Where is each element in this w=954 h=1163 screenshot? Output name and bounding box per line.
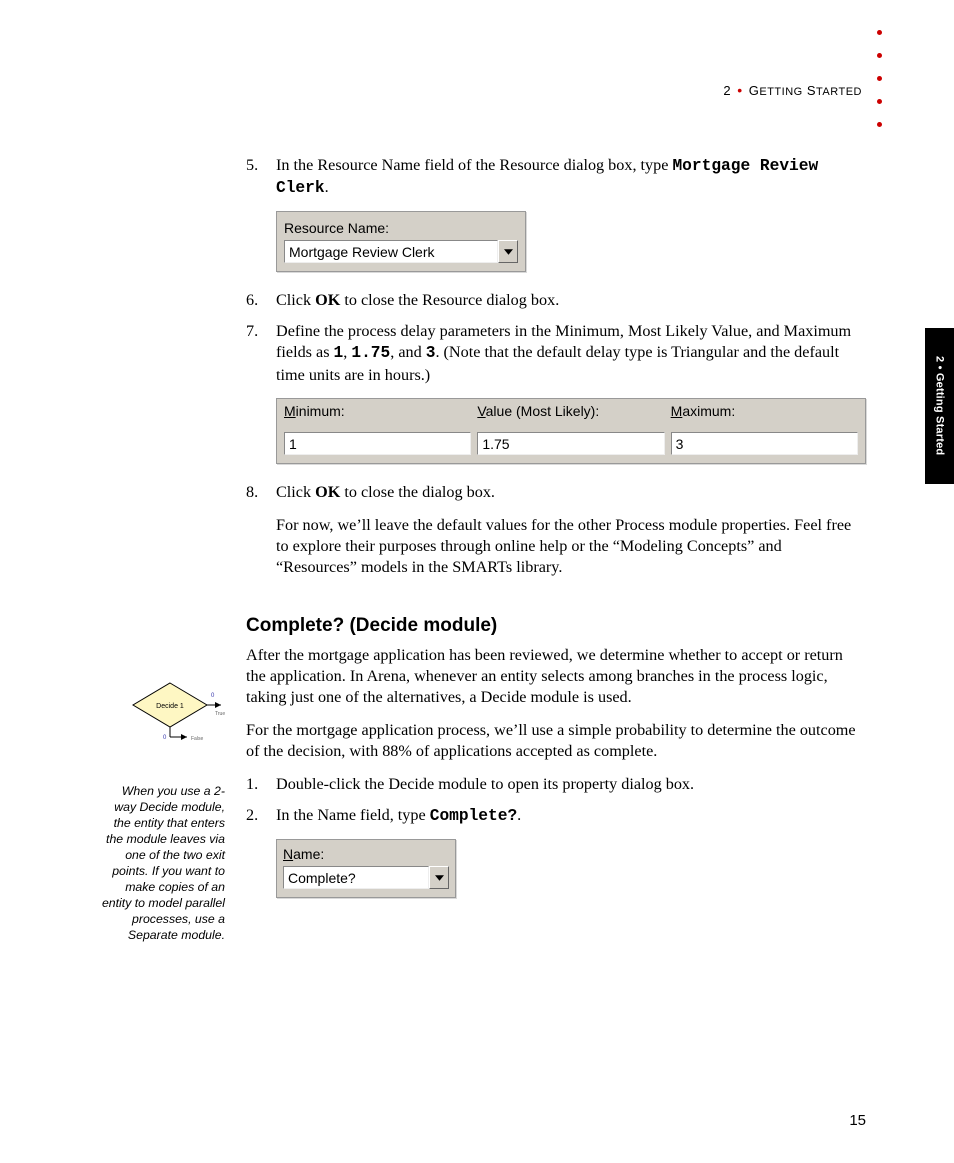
step-number: 6. bbox=[246, 290, 276, 311]
header-title-rest2: TARTED bbox=[816, 86, 862, 98]
step-number: 2. bbox=[246, 805, 276, 827]
step-number: 1. bbox=[246, 774, 276, 795]
minimum-value[interactable]: 1 bbox=[284, 432, 471, 455]
minimum-input[interactable]: 1 bbox=[284, 432, 471, 455]
step-5: 5. In the Resource Name field of the Res… bbox=[246, 155, 856, 199]
minimum-label: Minimum: bbox=[284, 402, 471, 420]
step-text: In the Name field, type bbox=[276, 806, 430, 824]
svg-text:0: 0 bbox=[163, 735, 167, 741]
page-header: 2 • GETTING STARTED bbox=[723, 82, 862, 98]
resource-name-label: Resource Name: bbox=[284, 219, 518, 237]
value-input[interactable]: 1.75 bbox=[477, 432, 664, 455]
page-number: 15 bbox=[849, 1112, 866, 1129]
name-field-panel: Name: Complete? bbox=[276, 839, 456, 898]
code-text: 3 bbox=[426, 344, 436, 362]
sidebar-note: When you use a 2-way Decide module, the … bbox=[100, 784, 225, 944]
resource-name-panel: Resource Name: Mortgage Review Clerk bbox=[276, 211, 526, 272]
code-text: 1.75 bbox=[351, 344, 390, 362]
svg-text:False: False bbox=[191, 736, 203, 742]
chapter-side-tab: 2 • Getting Started bbox=[925, 328, 954, 484]
header-title-rest: ETTING bbox=[759, 86, 802, 98]
bold-text: OK bbox=[315, 291, 340, 309]
step-text: Double-click the Decide module to open i… bbox=[276, 774, 856, 795]
step-7: 7. Define the process delay parameters i… bbox=[246, 321, 856, 385]
maximum-value[interactable]: 3 bbox=[671, 432, 858, 455]
step-number: 5. bbox=[246, 155, 276, 199]
side-tab-text: 2 • Getting Started bbox=[934, 356, 946, 455]
section-paragraph-2: For the mortgage application process, we… bbox=[246, 720, 856, 762]
step-8: 8. Click OK to close the dialog box. For… bbox=[246, 482, 856, 590]
maximum-input[interactable]: 3 bbox=[671, 432, 858, 455]
header-title-initial: G bbox=[749, 83, 760, 98]
step-6: 6. Click OK to close the Resource dialog… bbox=[246, 290, 856, 311]
code-text: 1 bbox=[334, 344, 344, 362]
name-label: Name: bbox=[283, 845, 449, 863]
svg-text:True: True bbox=[215, 711, 225, 717]
name-value[interactable]: Complete? bbox=[283, 866, 429, 889]
value-label: Value (Most Likely): bbox=[477, 402, 664, 420]
decorative-dots bbox=[877, 30, 882, 127]
name-combo[interactable]: Complete? bbox=[283, 866, 449, 889]
section-heading: Complete? (Decide module) bbox=[246, 614, 856, 639]
bullet-icon: • bbox=[735, 82, 744, 98]
resource-name-value[interactable]: Mortgage Review Clerk bbox=[284, 240, 498, 263]
code-text: Complete? bbox=[430, 807, 517, 825]
step-text-end: to close the Resource dialog box. bbox=[340, 291, 559, 309]
svg-text:Decide 1: Decide 1 bbox=[156, 703, 184, 710]
dropdown-arrow-icon[interactable] bbox=[429, 866, 449, 889]
step-text-end: . bbox=[325, 178, 329, 196]
svg-text:0: 0 bbox=[211, 693, 215, 699]
delay-parameters-panel: Minimum: 1 Value (Most Likely): 1.75 Max… bbox=[276, 398, 866, 464]
step-text: In the Resource Name field of the Resour… bbox=[276, 156, 672, 174]
value-value[interactable]: 1.75 bbox=[477, 432, 664, 455]
decide-module-icon: Decide 1 0 True 0 False bbox=[125, 665, 225, 745]
header-title-initial2: S bbox=[807, 83, 816, 98]
resource-name-combo[interactable]: Mortgage Review Clerk bbox=[284, 240, 518, 263]
bold-text: OK bbox=[315, 483, 340, 501]
decide-step-1: 1. Double-click the Decide module to ope… bbox=[246, 774, 856, 795]
maximum-label: Maximum: bbox=[671, 402, 858, 420]
header-chapter-num: 2 bbox=[723, 83, 731, 98]
dropdown-arrow-icon[interactable] bbox=[498, 240, 518, 263]
step-text-end: . bbox=[517, 806, 521, 824]
step-number: 7. bbox=[246, 321, 276, 385]
decide-step-2: 2. In the Name field, type Complete?. bbox=[246, 805, 856, 827]
step-text: Click bbox=[276, 483, 315, 501]
step-number: 8. bbox=[246, 482, 276, 590]
step-8-paragraph: For now, we’ll leave the default values … bbox=[276, 515, 856, 578]
section-paragraph-1: After the mortgage application has been … bbox=[246, 645, 856, 708]
step-text-end: to close the dialog box. bbox=[340, 483, 495, 501]
step-text: Click bbox=[276, 291, 315, 309]
